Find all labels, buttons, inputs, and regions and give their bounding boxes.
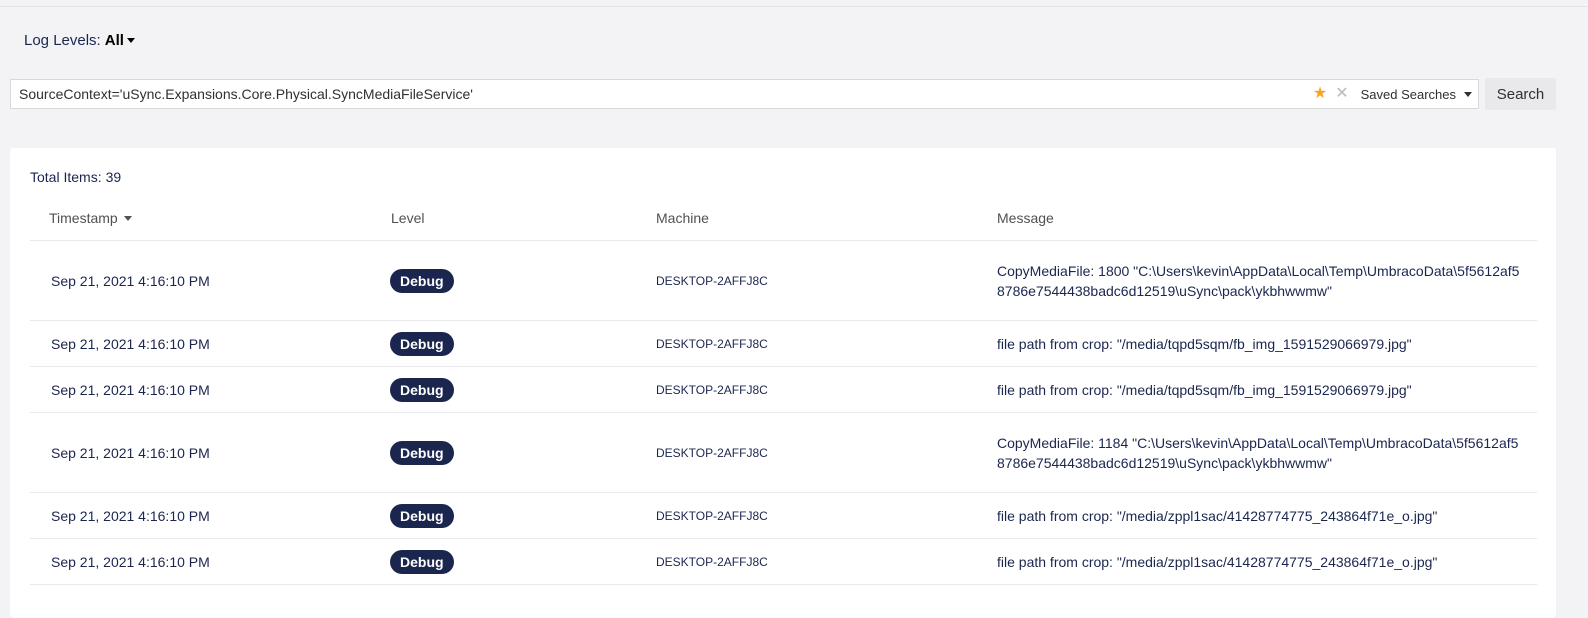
total-items-count: 39 [105, 169, 122, 185]
column-header-timestamp[interactable]: Timestamp [30, 210, 371, 226]
row-machine: DESKTOP-2AFFJ8C [656, 508, 768, 523]
row-timestamp: Sep 21, 2021 4:16:10 PM [51, 444, 210, 461]
row-message: CopyMediaFile: 1184 "C:\Users\kevin\AppD… [997, 434, 1519, 471]
row-message: file path from crop: "/media/tqpd5sqm/fb… [997, 381, 1412, 398]
table-row[interactable]: Sep 21, 2021 4:16:10 PM Debug DESKTOP-2A… [30, 367, 1537, 413]
row-machine: DESKTOP-2AFFJ8C [656, 382, 768, 397]
sort-descending-icon[interactable] [123, 215, 132, 221]
column-header-message: Message [997, 210, 1054, 226]
saved-searches-dropdown[interactable]: Saved Searches [1361, 87, 1472, 102]
table-row[interactable]: Sep 21, 2021 4:16:10 PM Debug DESKTOP-2A… [30, 539, 1537, 585]
level-badge: Debug [390, 377, 454, 402]
table-row[interactable]: Sep 21, 2021 4:16:10 PM Debug DESKTOP-2A… [30, 413, 1537, 493]
top-divider [0, 0, 1588, 7]
star-icon[interactable]: ★ [1313, 86, 1327, 102]
results-panel: Total Items: 39 Timestamp Level Machine M… [10, 148, 1556, 618]
row-machine: DESKTOP-2AFFJ8C [656, 336, 768, 351]
level-badge: Debug [390, 549, 454, 574]
row-timestamp: Sep 21, 2021 4:16:10 PM [51, 335, 210, 352]
row-level: Debug [371, 331, 637, 356]
row-machine: DESKTOP-2AFFJ8C [656, 445, 768, 460]
column-header-level: Level [391, 210, 425, 226]
row-machine: DESKTOP-2AFFJ8C [656, 273, 768, 288]
table-row[interactable]: Sep 21, 2021 4:16:10 PM Debug DESKTOP-2A… [30, 493, 1537, 539]
row-message: file path from crop: "/media/zppl1sac/41… [997, 507, 1438, 524]
row-timestamp: Sep 21, 2021 4:16:10 PM [51, 553, 210, 570]
log-levels-filter: Log Levels: All [24, 32, 135, 49]
total-items: Total Items: 39 [30, 169, 121, 185]
row-level: Debug [371, 549, 637, 574]
search-box: ★ ✕ Saved Searches [10, 79, 1479, 109]
level-badge: Debug [390, 440, 454, 465]
search-bar: ★ ✕ Saved Searches Search [10, 78, 1556, 110]
total-items-label: Total Items: [30, 169, 102, 185]
row-timestamp: Sep 21, 2021 4:16:10 PM [51, 272, 210, 289]
row-message: CopyMediaFile: 1800 "C:\Users\kevin\AppD… [997, 262, 1520, 299]
log-table: Timestamp Level Machine Message Sep 21, … [30, 196, 1537, 585]
column-header-machine: Machine [656, 210, 709, 226]
level-badge: Debug [390, 331, 454, 356]
saved-searches-label[interactable]: Saved Searches [1361, 87, 1456, 102]
log-levels-value[interactable]: All [105, 32, 124, 49]
row-machine: DESKTOP-2AFFJ8C [656, 554, 768, 569]
table-row[interactable]: Sep 21, 2021 4:16:10 PM Debug DESKTOP-2A… [30, 321, 1537, 367]
row-level: Debug [371, 377, 637, 402]
row-timestamp: Sep 21, 2021 4:16:10 PM [51, 507, 210, 524]
search-input[interactable] [17, 85, 1313, 103]
row-level: Debug [371, 268, 637, 293]
chevron-down-icon[interactable] [126, 38, 135, 43]
row-message: file path from crop: "/media/tqpd5sqm/fb… [997, 335, 1412, 352]
column-header-timestamp-label[interactable]: Timestamp [49, 210, 118, 226]
log-levels-label: Log Levels: [24, 32, 101, 49]
search-button[interactable]: Search [1485, 78, 1556, 110]
row-timestamp: Sep 21, 2021 4:16:10 PM [51, 381, 210, 398]
row-level: Debug [371, 440, 637, 465]
close-icon[interactable]: ✕ [1335, 86, 1348, 102]
table-header: Timestamp Level Machine Message [30, 196, 1537, 241]
row-message: file path from crop: "/media/zppl1sac/41… [997, 553, 1438, 570]
chevron-down-icon[interactable] [1464, 91, 1472, 97]
level-badge: Debug [390, 503, 454, 528]
table-row[interactable]: Sep 21, 2021 4:16:10 PM Debug DESKTOP-2A… [30, 241, 1537, 321]
log-levels-dropdown[interactable]: All [105, 32, 135, 49]
level-badge: Debug [390, 268, 454, 293]
row-level: Debug [371, 503, 637, 528]
